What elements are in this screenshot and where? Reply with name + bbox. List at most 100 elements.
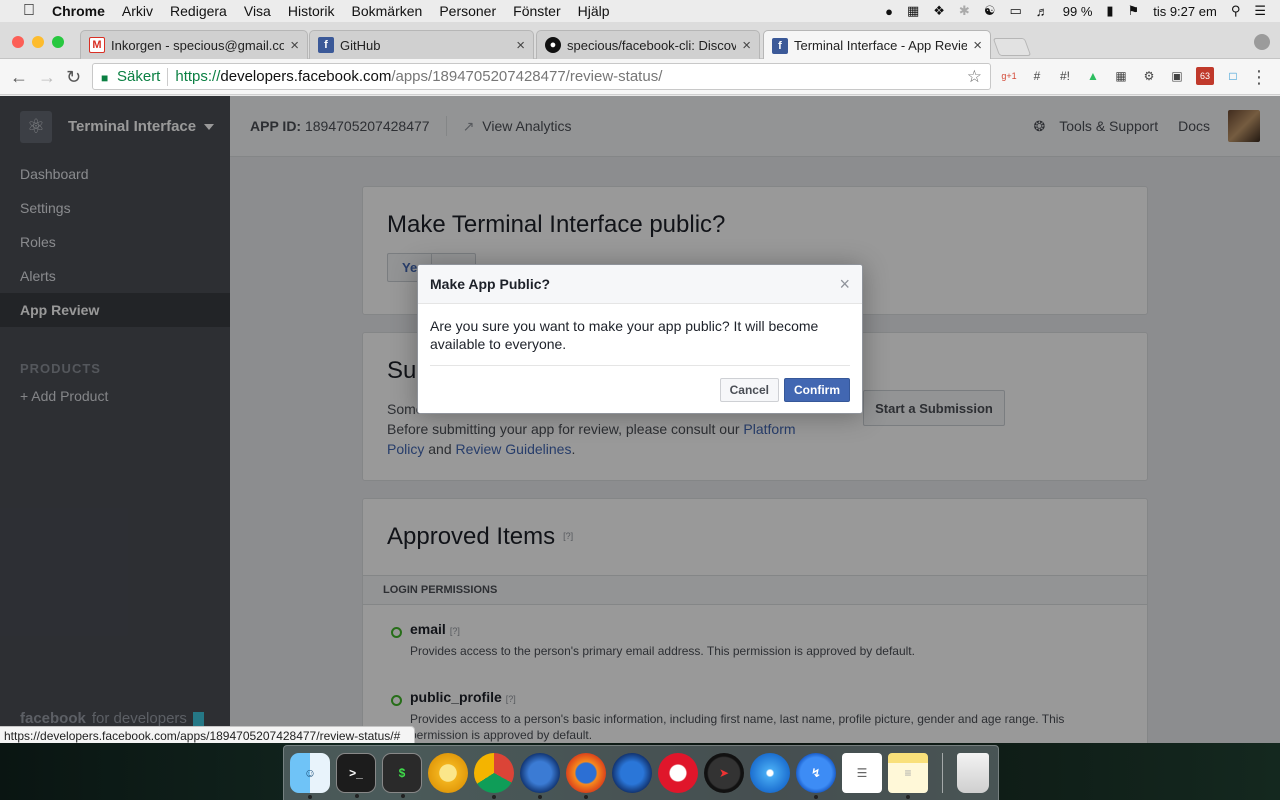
calendar-extension-icon[interactable]: 63 [1196,67,1214,85]
dialog-footer: Cancel Confirm [418,366,862,402]
tab-label: Terminal Interface - App Revie [794,38,968,53]
tab-label: Inkorgen - specious@gmail.co [111,37,285,53]
tab-gmail[interactable]: M Inkorgen - specious@gmail.co × [80,30,308,59]
window-controls [12,36,64,48]
camera-extension-icon[interactable]: ▣ [1168,67,1186,85]
confirm-button[interactable]: Confirm [784,378,850,402]
running-indicator [308,795,312,799]
tab-app-review[interactable]: f Terminal Interface - App Revie × [763,30,991,60]
facebook-icon: f [772,37,788,54]
dialog-title: Make App Public? [430,276,551,292]
compass-icon[interactable]: ➤ [704,753,744,793]
hashtag-bang-extension-icon[interactable]: #! [1056,67,1074,85]
tab-facebook-cli[interactable]: ● specious/facebook-cli: Discove × [536,30,760,59]
opera-icon[interactable] [658,753,698,793]
menu-app-name[interactable]: Chrome [52,3,105,19]
tab-github[interactable]: f GitHub × [309,30,534,59]
tab-close-icon[interactable]: × [516,37,525,54]
notification-center-icon[interactable]: ☰ [1254,3,1266,19]
speech-bubble-icon[interactable]: ● [885,4,893,19]
running-indicator [355,794,359,798]
spotlight-search-icon[interactable]: ⚲ [1231,3,1241,19]
macos-menubar:  Chrome Arkiv Redigera Visa Historik Bo… [0,0,1280,22]
finder-icon[interactable]: ☺ [290,753,330,799]
battery-icon[interactable]: ▮ [1106,3,1113,19]
cancel-button[interactable]: Cancel [719,378,779,402]
reminders-icon[interactable]: ☰ [842,753,882,793]
notes-icon[interactable]: ≡ [888,753,928,799]
volume-icon[interactable]: ♬ [1036,4,1049,19]
tab-close-icon[interactable]: × [742,37,751,54]
wifi-icon[interactable]: ☯ [984,3,996,19]
bookmark-star-icon[interactable]: ☆ [967,67,982,87]
apple-menu-icon[interactable]:  [20,2,38,20]
dropbox-icon[interactable]: ❖ [933,3,945,19]
dock: ☺ >_ $ ➤ ↯ ☰ ≡ [283,745,999,800]
terminal-icon[interactable]: >_ [336,753,376,798]
back-arrow-icon[interactable]: ← [10,67,28,88]
tab-label: specious/facebook-cli: Discove [567,37,737,53]
tab-close-icon[interactable]: × [290,37,299,54]
chrome-menu-icon[interactable]: ⋮ [1250,67,1268,88]
facebook-icon: f [318,37,334,53]
running-indicator [492,795,496,799]
forward-arrow-icon[interactable]: → [38,67,56,88]
menu-arkiv[interactable]: Arkiv [122,3,153,19]
tab-label: GitHub [340,37,381,53]
github-icon: ● [545,37,561,53]
evernote-extension-icon[interactable]: ▲ [1084,67,1102,85]
menu-bokmarken[interactable]: Bokmärken [352,3,423,19]
firefox-nightly-icon[interactable] [520,753,560,799]
chrome-canary-icon[interactable] [428,753,468,793]
maximize-window-icon[interactable] [52,36,64,48]
lock-icon: ■ [101,70,109,85]
clock[interactable]: tis 9:27 em [1153,4,1217,19]
bluetooth-icon[interactable]: ✱ [959,3,970,19]
menu-visa[interactable]: Visa [244,3,271,19]
qr-code-extension-icon[interactable]: ▦ [1112,67,1130,85]
menu-historik[interactable]: Historik [288,3,335,19]
running-indicator [814,795,818,799]
running-indicator [584,795,588,799]
address-bar[interactable]: ■ Säkert https:// developers.facebook.co… [92,63,991,90]
close-icon[interactable]: × [839,274,850,295]
firefox-icon[interactable] [566,753,606,799]
chrome-icon[interactable] [474,753,514,799]
google-plus-extension-icon[interactable]: g+1 [1000,67,1018,85]
minimize-window-icon[interactable] [32,36,44,48]
reload-icon[interactable]: ↻ [66,67,81,88]
dialog-message: Are you sure you want to make your app p… [430,304,850,366]
menu-fonster[interactable]: Fönster [513,3,560,19]
menu-personer[interactable]: Personer [439,3,496,19]
firefox-developer-icon[interactable] [612,753,652,793]
terminal-status-icon[interactable]: ▦ [907,3,919,19]
url-path: /apps/1894705207428477/review-status/ [391,68,663,85]
dock-divider [942,753,943,793]
close-window-icon[interactable] [12,36,24,48]
new-tab-button[interactable] [992,38,1032,56]
gear-extension-icon[interactable]: ⚙ [1140,67,1158,85]
hashtag-extension-icon[interactable]: # [1028,67,1046,85]
profile-icon[interactable] [1254,34,1270,50]
browser-window: M Inkorgen - specious@gmail.co × f GitHu… [0,22,1280,744]
menu-redigera[interactable]: Redigera [170,3,227,19]
menu-hjalp[interactable]: Hjälp [578,3,610,19]
trash-icon[interactable] [957,753,989,793]
link-status-bar: https://developers.facebook.com/apps/189… [0,726,416,744]
tab-close-icon[interactable]: × [973,37,982,54]
blue-square-extension-icon[interactable]: □ [1224,67,1242,85]
flag-icon[interactable]: ⚑ [1128,3,1140,19]
secure-label: Säkert [117,68,161,85]
browser-toolbar: ← → ↻ ■ Säkert https:// developers.faceb… [0,59,1280,95]
battery-percent[interactable]: 99 % [1063,4,1093,19]
page-content: ⚛ Terminal Interface Dashboard Settings … [0,96,1280,743]
messenger-icon[interactable]: ↯ [796,753,836,799]
airplay-icon[interactable]: ▭ [1009,3,1021,19]
url-host: developers.facebook.com [220,68,392,85]
terminal-green-icon[interactable]: $ [382,753,422,798]
omnibox-divider [167,67,169,86]
url-scheme: https:// [175,68,221,85]
make-app-public-dialog: Make App Public? × Are you sure you want… [417,264,863,414]
modal-overlay[interactable] [0,96,1280,743]
safari-icon[interactable] [750,753,790,793]
